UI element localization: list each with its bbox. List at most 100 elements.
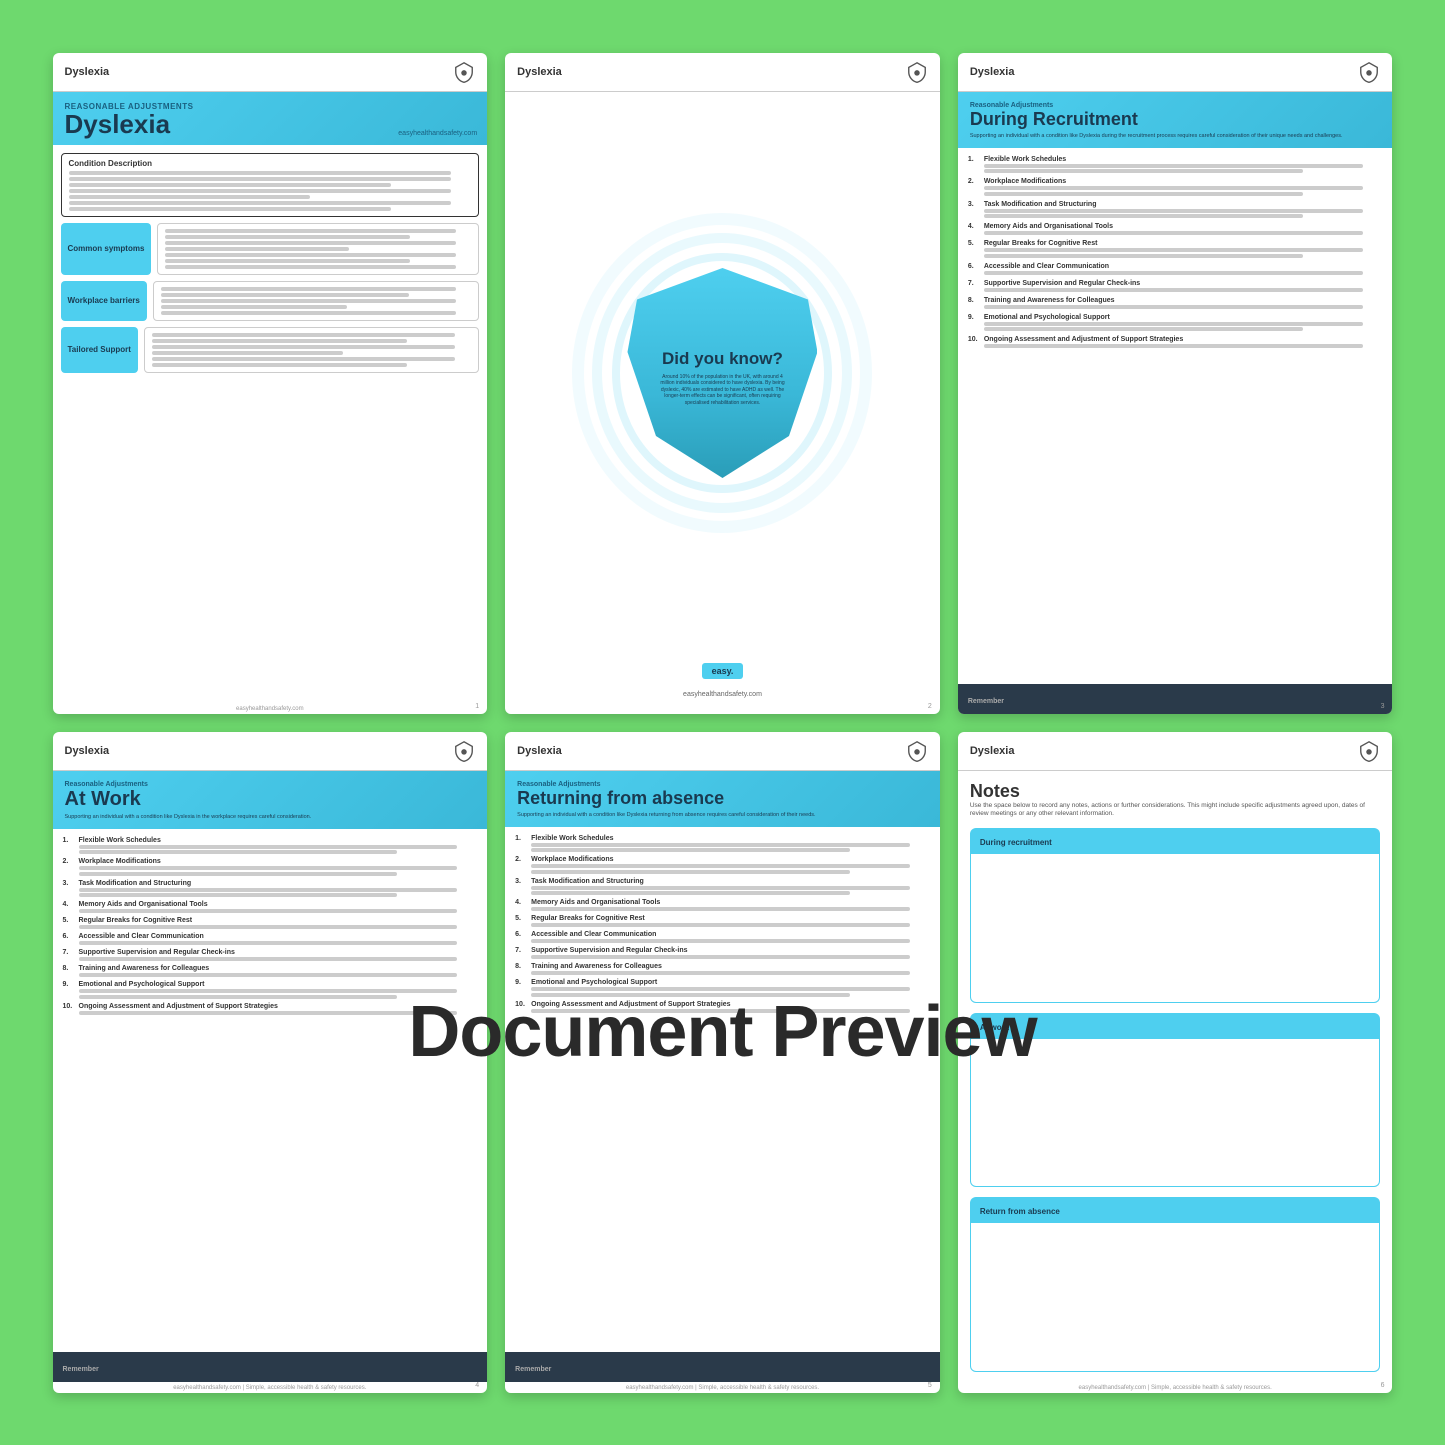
workplace-barriers-row: Workplace barriers <box>61 281 480 321</box>
note-box-return: Return from absence <box>970 1197 1381 1371</box>
page-3-header-title: Dyslexia <box>970 66 1015 78</box>
list-item: 5.Regular Breaks for Cognitive Rest <box>63 917 478 929</box>
page-4-footer: easyhealthandsafety.com | Simple, access… <box>53 1382 488 1393</box>
shield-icon <box>453 61 475 83</box>
page-5-hero-desc: Supporting an individual with a conditio… <box>517 812 928 819</box>
text-line <box>161 293 409 297</box>
text-line <box>165 235 410 239</box>
hero-website: easyhealthandsafety.com <box>398 130 477 137</box>
note-box-recruitment-body <box>970 854 1381 1002</box>
pages-grid: Dyslexia Reasonable Adjustments Dyslexia… <box>53 53 1393 1393</box>
list-item: 4.Memory Aids and Organisational Tools <box>63 901 478 913</box>
page-3-list: 1.Flexible Work Schedules 2.Workplace Mo… <box>958 148 1393 684</box>
page-4-hero-title: At Work <box>65 788 476 811</box>
text-line <box>161 287 456 291</box>
notes-description: Use the space below to record any notes,… <box>970 802 1381 819</box>
list-item: 3.Task Modification and Structuring <box>515 878 930 896</box>
page-5: Dyslexia Reasonable Adjustments Returnin… <box>505 732 940 1393</box>
page-5-header: Dyslexia <box>505 732 940 771</box>
tailored-support-row: Tailored Support <box>61 327 480 373</box>
text-line <box>152 345 455 349</box>
common-symptoms-label: Common symptoms <box>61 223 152 275</box>
text-line <box>69 177 452 181</box>
notes-content: Notes Use the space below to record any … <box>958 771 1393 1382</box>
page-6-number: 6 <box>1381 1382 1385 1389</box>
text-line <box>165 259 410 263</box>
note-box-return-header: Return from absence <box>970 1197 1381 1223</box>
page-2-header-title: Dyslexia <box>517 66 562 78</box>
page-1-number: 1 <box>475 703 479 710</box>
page-4-header: Dyslexia <box>53 732 488 771</box>
note-box-return-body <box>970 1223 1381 1371</box>
notes-title: Notes <box>970 781 1381 802</box>
shield-icon <box>453 740 475 762</box>
note-box-work-body <box>970 1039 1381 1187</box>
page-2-header: Dyslexia <box>505 53 940 92</box>
page-3-hero-desc: Supporting an individual with a conditio… <box>970 133 1381 140</box>
workplace-barriers-content <box>153 281 479 321</box>
common-symptoms-content <box>157 223 479 275</box>
list-item: 4.Memory Aids and Organisational Tools <box>968 223 1383 235</box>
note-box-recruitment-label: During recruitment <box>980 838 1052 847</box>
tailored-support-content <box>144 327 479 373</box>
list-item: 5.Regular Breaks for Cognitive Rest <box>968 240 1383 258</box>
list-item: 7.Supportive Supervision and Regular Che… <box>968 280 1383 292</box>
note-box-recruitment: During recruitment <box>970 828 1381 1002</box>
page-5-list: 1.Flexible Work Schedules 2.Workplace Mo… <box>505 827 940 1352</box>
shield-text: Did you know? Around 10% of the populati… <box>637 320 807 426</box>
shield-icon <box>1358 61 1380 83</box>
page-3-hero: Reasonable Adjustments During Recruitmen… <box>958 92 1393 148</box>
text-line <box>165 253 455 257</box>
page-1-header-title: Dyslexia <box>65 66 110 78</box>
note-box-work: At work <box>970 1013 1381 1187</box>
page-4-number: 4 <box>475 1382 479 1389</box>
text-line <box>161 299 456 303</box>
list-item: 8.Training and Awareness for Colleagues <box>515 963 930 975</box>
list-item: 10.Ongoing Assessment and Adjustment of … <box>968 336 1383 348</box>
note-box-work-label: At work <box>980 1023 1009 1032</box>
page-5-hero-title: Returning from absence <box>517 788 928 809</box>
page-5-remember: Remember <box>505 1352 940 1382</box>
note-box-work-header: At work <box>970 1013 1381 1039</box>
page-5-footer: easyhealthandsafety.com | Simple, access… <box>505 1382 940 1393</box>
page-2-number: 2 <box>928 703 932 710</box>
workplace-barriers-label: Workplace barriers <box>61 281 147 321</box>
page-6-header: Dyslexia <box>958 732 1393 771</box>
page-4-hero: Reasonable Adjustments At Work Supportin… <box>53 771 488 829</box>
page-5-number: 5 <box>928 1382 932 1389</box>
list-item: 8.Training and Awareness for Colleagues <box>968 297 1383 309</box>
page-2-website: easyhealthandsafety.com <box>675 683 770 706</box>
note-box-recruitment-header: During recruitment <box>970 828 1381 854</box>
tailored-support-label: Tailored Support <box>61 327 138 373</box>
condition-label: Condition Description <box>69 159 472 168</box>
list-item: 6.Accessible and Clear Communication <box>515 931 930 943</box>
page-3-header: Dyslexia <box>958 53 1393 92</box>
page-1-header: Dyslexia <box>53 53 488 92</box>
text-line <box>165 247 348 251</box>
page-3-hero-label: Reasonable Adjustments <box>970 102 1381 109</box>
list-item: 6.Accessible and Clear Communication <box>63 933 478 945</box>
page-1-hero: Reasonable Adjustments Dyslexia easyheal… <box>53 92 488 145</box>
list-item: 8.Training and Awareness for Colleagues <box>63 965 478 977</box>
did-you-know-body: Around 10% of the population in the UK, … <box>657 374 787 407</box>
document-preview-container: Document Preview Dyslexia Reasonable Adj… <box>53 53 1393 1393</box>
list-item: 7.Supportive Supervision and Regular Che… <box>515 947 930 959</box>
list-item: 10.Ongoing Assessment and Adjustment of … <box>515 1001 930 1013</box>
list-item: 1.Flexible Work Schedules <box>968 156 1383 174</box>
list-item: 2.Workplace Modifications <box>63 858 478 876</box>
remember-label: Remember <box>63 1366 99 1373</box>
text-line <box>69 189 452 193</box>
page-5-hero-label: Reasonable Adjustments <box>517 781 928 788</box>
list-item: 9.Emotional and Psychological Support <box>968 314 1383 332</box>
page-3-remember: Remember <box>958 684 1393 714</box>
list-item: 3.Task Modification and Structuring <box>63 880 478 898</box>
page-6-footer: easyhealthandsafety.com | Simple, access… <box>958 1382 1393 1393</box>
page-4-hero-desc: Supporting an individual with a conditio… <box>65 814 476 821</box>
note-box-return-label: Return from absence <box>980 1207 1060 1216</box>
text-line <box>152 339 407 343</box>
text-line <box>152 351 344 355</box>
shield-container: Did you know? Around 10% of the populati… <box>592 233 852 513</box>
notes-header: Notes Use the space below to record any … <box>970 781 1381 819</box>
shield-icon <box>906 740 928 762</box>
page-3-number: 3 <box>1381 703 1385 710</box>
